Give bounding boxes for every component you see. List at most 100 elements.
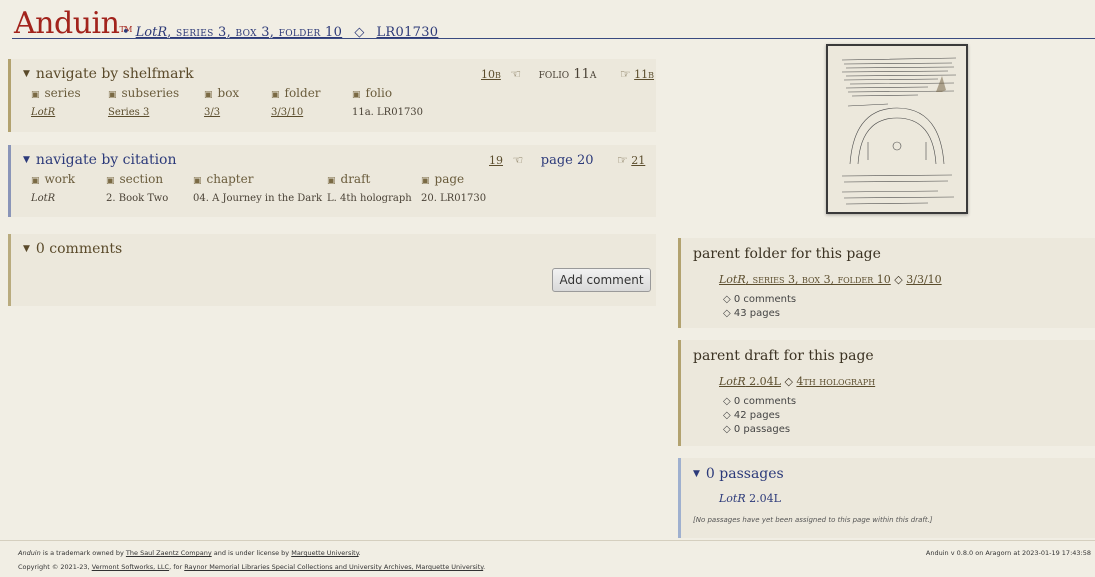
raynor-library-link[interactable]: Raynor Memorial Libraries Special Collec… <box>184 563 483 571</box>
chapter-value: 04. A Journey in the Dark <box>193 193 323 204</box>
vermont-softworks-link[interactable]: Vermont Softworks, LLC <box>92 563 169 571</box>
parent-draft-comments: ◇ 0 comments <box>723 396 797 407</box>
parent-draft-id-link[interactable]: 4th holograph <box>796 375 875 388</box>
citation-col-draft: ▣ draft L. 4th holograph <box>327 172 412 204</box>
subseries-link[interactable]: Series 3 <box>108 107 179 118</box>
footer-anduin: Anduin <box>18 549 41 557</box>
parent-folder-path-link[interactable]: LotR, series 3, box 3, folder 10 <box>719 273 891 286</box>
pointing-hand-left-icon: ☜ <box>510 67 522 81</box>
marquette-link[interactable]: Marquette University <box>291 549 358 557</box>
citation-next-link[interactable]: 21 <box>631 154 645 167</box>
parent-draft-panel: parent draft for this page LotR 2.04L ◇ … <box>678 340 1095 446</box>
parent-folder-panel: parent folder for this page LotR, series… <box>678 238 1095 328</box>
citation-col-work: ▣ work LotR <box>31 172 75 204</box>
folder-icon: ▣ <box>31 176 40 186</box>
folder-icon: ▣ <box>204 90 213 100</box>
parent-draft-title: parent draft for this page <box>693 348 874 364</box>
shelfmark-panel: ▼ navigate by shelfmark 10b ☜ folio 11a ☞… <box>8 59 656 132</box>
shelfmark-prev-link[interactable]: 10b <box>481 68 501 81</box>
passages-rest[interactable]: 2.04L <box>746 492 781 505</box>
parent-draft-path-link[interactable]: LotR 2.04L <box>719 375 781 388</box>
caret-down-icon[interactable]: ▼ <box>23 244 30 254</box>
add-comment-button[interactable]: Add comment <box>552 268 651 292</box>
footer-text: Copyright © 2021-23, <box>18 563 92 571</box>
folder-link[interactable]: 3/3/10 <box>271 107 321 118</box>
citation-prev-link[interactable]: 19 <box>489 154 503 167</box>
passages-work[interactable]: LotR <box>719 492 746 505</box>
diamond-icon: ◇ <box>784 375 793 388</box>
col-heading: folio <box>365 86 393 100</box>
parent-draft-rest[interactable]: 2.04L <box>746 375 781 388</box>
shelfmark-title-text: navigate by shelfmark <box>35 66 194 82</box>
folio-value: 11a. LR01730 <box>352 107 424 118</box>
folder-icon: ▣ <box>421 176 430 186</box>
folder-icon: ▣ <box>31 90 40 100</box>
trademark-notice: Anduin is a trademark owned by The Saul … <box>18 549 361 557</box>
draft-value: L. 4th holograph <box>327 193 412 204</box>
folder-icon: ▣ <box>108 90 117 100</box>
work-value: LotR <box>31 193 56 204</box>
shelfmark-current: folio 11a <box>538 67 597 82</box>
caret-down-icon[interactable]: ▼ <box>23 155 30 165</box>
header-rule <box>12 38 1095 39</box>
citation-title[interactable]: ▼ navigate by citation <box>23 152 177 168</box>
folder-icon: ▣ <box>193 176 202 186</box>
folder-icon: ▣ <box>271 90 280 100</box>
parent-folder-title: parent folder for this page <box>693 246 881 262</box>
pointing-hand-right-icon: ☞ <box>617 153 628 167</box>
col-heading: folder <box>284 86 321 100</box>
col-heading: subseries <box>121 86 180 100</box>
shelfmark-col-series: ▣ series LotR <box>31 86 81 118</box>
passages-link[interactable]: LotR 2.04L <box>719 492 781 505</box>
parent-folder-rest[interactable]: , series 3, box 3, folder 10 <box>746 273 891 286</box>
series-link[interactable]: LotR <box>31 107 81 118</box>
col-heading: page <box>434 172 465 186</box>
page-header: AnduinTM • LotR, series 3, box 3, folder … <box>0 0 1095 40</box>
parent-folder-pages: ◇ 43 pages <box>723 308 780 319</box>
shelfmark-title[interactable]: ▼ navigate by shelfmark <box>23 66 194 82</box>
shelfmark-next-link[interactable]: 11b <box>634 68 654 81</box>
logo-text[interactable]: Anduin <box>14 6 120 41</box>
caret-down-icon[interactable]: ▼ <box>23 69 30 79</box>
citation-pager: 19 ☜ page 20 ☞ 21 <box>489 153 645 168</box>
col-heading: work <box>44 172 76 186</box>
col-heading: box <box>217 86 240 100</box>
version-info: Anduin v 0.8.0 on Aragorn at 2023-01-19 … <box>925 549 1091 557</box>
parent-folder-work[interactable]: LotR <box>719 273 746 286</box>
col-heading: draft <box>340 172 371 186</box>
copyright-notice: Copyright © 2021-23, Vermont Softworks, … <box>18 563 485 571</box>
comments-title[interactable]: ▼ 0 comments <box>23 241 122 257</box>
citation-col-section: ▣ section 2. Book Two <box>106 172 168 204</box>
caret-down-icon[interactable]: ▼ <box>693 469 700 479</box>
pointing-hand-right-icon: ☞ <box>619 67 631 81</box>
citation-panel: ▼ navigate by citation 19 ☜ page 20 ☞ 21 … <box>8 145 656 217</box>
col-heading: chapter <box>206 172 254 186</box>
footer-text: is a trademark owned by <box>40 549 126 557</box>
manuscript-thumbnail[interactable] <box>826 44 968 214</box>
col-heading: series <box>44 86 81 100</box>
page-value: 20. LR01730 <box>421 193 487 204</box>
saul-zaentz-link[interactable]: The Saul Zaentz Company <box>126 549 212 557</box>
site-logo[interactable]: AnduinTM <box>14 8 132 40</box>
citation-col-chapter: ▣ chapter 04. A Journey in the Dark <box>193 172 322 204</box>
passages-title[interactable]: ▼ 0 passages <box>693 466 784 482</box>
shelfmark-col-folder: ▣ folder 3/3/10 <box>271 86 321 118</box>
folder-icon: ▣ <box>106 176 115 186</box>
shelfmark-columns: ▣ series LotR ▣ subseries Series 3 ▣ box 3/… <box>31 86 636 126</box>
citation-col-page: ▣ page 20. LR01730 <box>421 172 486 204</box>
shelfmark-col-subseries: ▣ subseries Series 3 <box>108 86 179 118</box>
diamond-icon: ◇ <box>894 273 903 286</box>
parent-draft-work[interactable]: LotR <box>719 375 746 388</box>
parent-draft-passages: ◇ 0 passages <box>723 424 791 435</box>
pointing-hand-left-icon: ☜ <box>512 153 524 167</box>
folder-icon: ▣ <box>352 90 361 100</box>
parent-draft-link: LotR 2.04L ◇ 4th holograph <box>719 375 875 388</box>
box-link[interactable]: 3/3 <box>204 107 239 118</box>
comments-panel: ▼ 0 comments Add comment <box>8 234 656 306</box>
no-passages-note: [No passages have yet been assigned to t… <box>693 516 933 524</box>
parent-draft-pages: ◇ 42 pages <box>723 410 780 421</box>
citation-current: page 20 <box>540 153 594 168</box>
parent-folder-id-link[interactable]: 3/3/10 <box>906 273 941 286</box>
page-footer: Anduin is a trademark owned by The Saul … <box>0 540 1095 577</box>
footer-text: . <box>358 549 361 557</box>
